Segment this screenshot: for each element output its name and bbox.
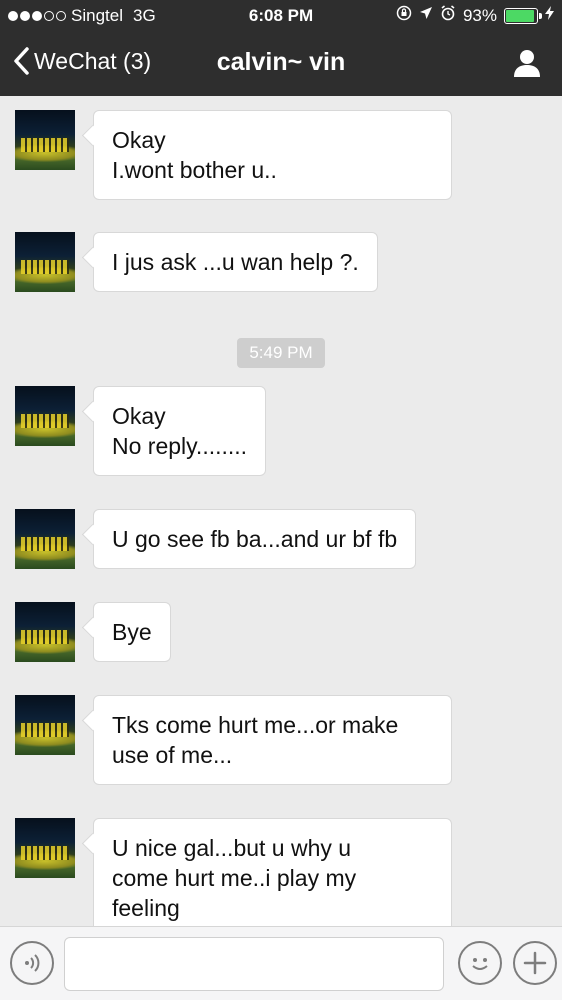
status-bar: Singtel 3G 6:08 PM 93% <box>0 0 562 32</box>
signal-dot <box>20 11 30 21</box>
contact-avatar[interactable] <box>15 386 75 446</box>
contact-avatar[interactable] <box>15 110 75 170</box>
rotation-lock-icon <box>396 5 412 27</box>
message-bubble-wrap: I jus ask ...u wan help ?. <box>93 232 378 292</box>
profile-button[interactable] <box>512 48 542 83</box>
message-bubble[interactable]: U go see fb ba...and ur bf fb <box>93 509 417 569</box>
location-arrow-icon <box>419 6 433 26</box>
network-type: 3G <box>132 6 156 25</box>
nav-bar: WeChat (3) calvin~ vin <box>0 32 562 96</box>
voice-button[interactable] <box>10 941 54 985</box>
message-bubble-wrap: Okay No reply........ <box>93 386 267 476</box>
contact-avatar[interactable] <box>15 602 75 662</box>
signal-dot <box>44 11 54 21</box>
alarm-icon <box>440 5 456 27</box>
contact-avatar[interactable] <box>15 818 75 878</box>
signal-dot <box>56 11 66 21</box>
contact-avatar[interactable] <box>15 509 75 569</box>
timestamp-badge: 5:49 PM <box>237 338 325 368</box>
message-bubble[interactable]: I jus ask ...u wan help ?. <box>93 232 378 292</box>
message-bubble-wrap: Okay I.wont bother u.. <box>93 110 452 200</box>
message-row: Bye <box>15 602 171 662</box>
plus-icon <box>523 951 547 975</box>
input-bar <box>0 926 562 1000</box>
message-bubble[interactable]: Tks come hurt me...or make use of me... <box>93 695 452 785</box>
message-bubble-wrap: Tks come hurt me...or make use of me... <box>93 695 452 785</box>
message-bubble-wrap: Bye <box>93 602 171 662</box>
back-label: WeChat (3) <box>34 47 152 74</box>
message-bubble[interactable]: U nice gal...but u why u come hurt me..i… <box>93 818 452 926</box>
battery-icon <box>504 8 542 24</box>
person-icon <box>514 50 540 77</box>
message-row: Tks come hurt me...or make use of me... <box>15 695 452 785</box>
message-row: U go see fb ba...and ur bf fb <box>15 509 417 569</box>
carrier-name: Singtel <box>71 6 123 25</box>
contact-avatar[interactable] <box>15 695 75 755</box>
message-input[interactable] <box>64 937 444 991</box>
message-row: U nice gal...but u why u come hurt me..i… <box>15 818 452 926</box>
signal-strength-icon <box>8 11 66 21</box>
signal-dot <box>32 11 42 21</box>
charging-bolt-icon <box>545 6 554 26</box>
message-row: I jus ask ...u wan help ?. <box>15 232 378 292</box>
chat-area[interactable]: Okay I.wont bother u.. I jus ask ...u wa… <box>0 96 562 926</box>
more-button[interactable] <box>513 941 557 985</box>
message-row: Okay No reply........ <box>15 386 267 476</box>
emoji-button[interactable] <box>458 941 502 985</box>
back-button[interactable]: WeChat (3) <box>12 46 151 76</box>
message-bubble[interactable]: Okay I.wont bother u.. <box>93 110 452 200</box>
status-left: Singtel 3G <box>8 6 156 26</box>
message-bubble-wrap: U nice gal...but u why u come hurt me..i… <box>93 818 452 926</box>
battery-percent: 93% <box>462 6 497 25</box>
message-bubble[interactable]: Bye <box>93 602 171 662</box>
message-bubble-wrap: U go see fb ba...and ur bf fb <box>93 509 417 569</box>
chevron-left-icon <box>14 47 29 75</box>
emoji-icon <box>472 958 488 970</box>
signal-dot <box>8 11 18 21</box>
message-row: Okay I.wont bother u.. <box>15 110 452 200</box>
battery-fill <box>506 10 534 22</box>
contact-avatar[interactable] <box>15 232 75 292</box>
voice-icon <box>25 954 40 972</box>
status-right: 93% <box>396 5 554 27</box>
message-bubble[interactable]: Okay No reply........ <box>93 386 267 476</box>
